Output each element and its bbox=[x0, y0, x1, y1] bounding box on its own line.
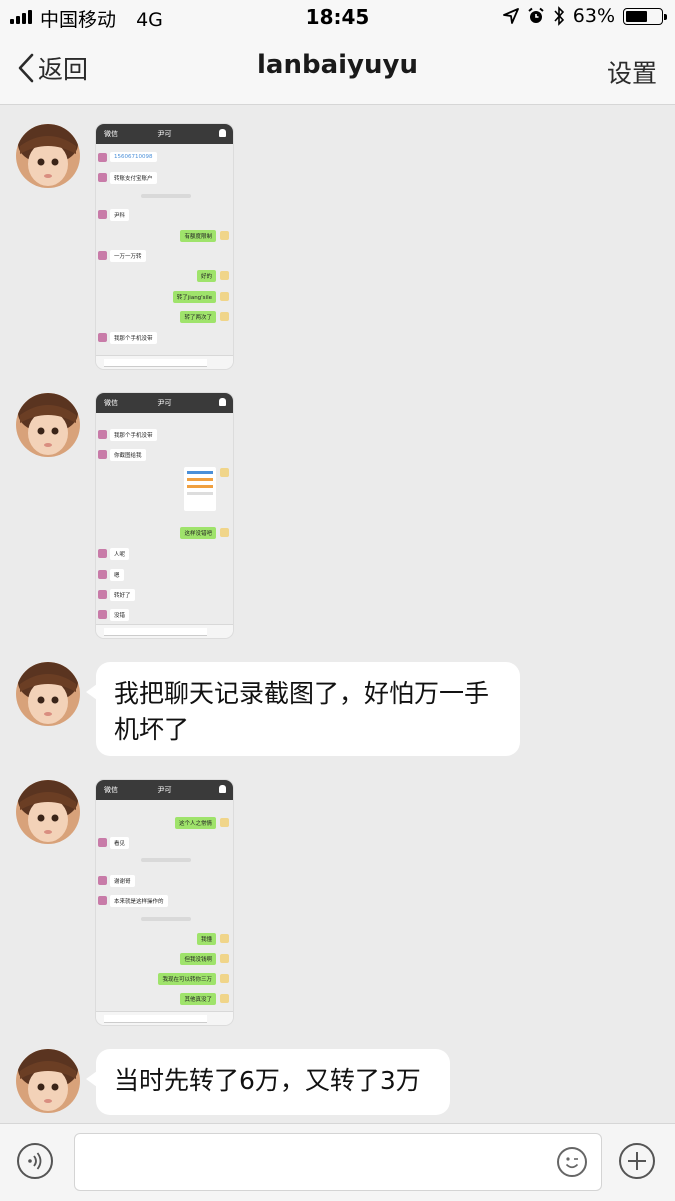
mini-avatar bbox=[220, 468, 229, 477]
screenshot-message: 但我没钱啊 bbox=[180, 953, 216, 965]
screenshot-title: 尹可 bbox=[157, 399, 172, 407]
chat-screenshot-image[interactable]: 微信 尹可 15606710098 转账支付宝账户 尹科 有额度限制 一万一万转… bbox=[96, 124, 233, 369]
mini-avatar bbox=[220, 312, 229, 321]
screenshot-timestamp bbox=[141, 858, 191, 862]
screenshot-message: 这样没错吧 bbox=[180, 527, 216, 539]
avatar[interactable] bbox=[16, 124, 80, 188]
settings-button[interactable]: 设置 bbox=[607, 54, 657, 90]
avatar[interactable] bbox=[16, 393, 80, 457]
screenshot-message: 转好了 bbox=[110, 589, 135, 601]
chat-screenshot-image[interactable]: 微信 尹可 我那个手机没带 你截图给我 这样没错吧 人呢 嗯 转好了 没错 bbox=[96, 393, 233, 638]
screenshot-message: 看见 bbox=[110, 837, 130, 849]
screenshot-message: 我现在可以转你三万 bbox=[158, 973, 216, 985]
emoji-icon[interactable] bbox=[557, 1147, 587, 1177]
mini-avatar bbox=[98, 838, 107, 847]
mini-avatar bbox=[220, 974, 229, 983]
mini-avatar bbox=[98, 876, 107, 885]
screenshot-header: 微信 尹可 bbox=[96, 780, 233, 800]
battery-percent: 63% bbox=[572, 5, 615, 27]
screenshot-input-bar bbox=[96, 1011, 233, 1025]
chat-screenshot-image[interactable]: 微信 尹可 这个人之常情 看见 谢谢哥 本来就是这样操作的 我懂 但我没钱啊 我… bbox=[96, 780, 233, 1025]
screenshot-message: 尹科 bbox=[110, 209, 130, 221]
avatar[interactable] bbox=[16, 662, 80, 726]
screenshot-message: 一万一万转 bbox=[110, 250, 146, 262]
voice-icon[interactable] bbox=[17, 1143, 53, 1179]
screenshot-message: 转了两次了 bbox=[180, 311, 216, 323]
battery-icon bbox=[623, 7, 667, 25]
screenshot-header: 微信 尹可 bbox=[96, 393, 233, 413]
screenshot-timestamp bbox=[141, 194, 191, 198]
screenshot-input-bar bbox=[96, 624, 233, 638]
mini-avatar bbox=[220, 994, 229, 1003]
person-icon bbox=[219, 785, 226, 793]
person-icon bbox=[219, 129, 226, 137]
screenshot-message: 转账支付宝账户 bbox=[110, 172, 157, 184]
battery-level bbox=[626, 10, 648, 22]
screenshot-message: 其他真没了 bbox=[180, 993, 216, 1005]
chat-title: lanbaiyuyu bbox=[257, 50, 418, 80]
mini-avatar bbox=[98, 333, 107, 342]
screenshot-message: 人呢 bbox=[110, 548, 130, 560]
screenshot-message: 嗯 bbox=[110, 569, 124, 581]
screenshot-message: 本来就是这样操作的 bbox=[110, 895, 168, 907]
location-arrow-icon bbox=[502, 8, 519, 24]
screenshot-title: 尹可 bbox=[157, 786, 172, 794]
mini-avatar bbox=[98, 570, 107, 579]
screenshot-message: 15606710098 bbox=[110, 152, 157, 162]
mini-avatar bbox=[98, 153, 107, 162]
screenshot-header: 微信 尹可 bbox=[96, 124, 233, 144]
text-message-bubble[interactable]: 我把聊天记录截图了，好怕万一手机坏了 bbox=[86, 662, 520, 756]
screenshot-timestamp bbox=[141, 917, 191, 921]
mini-avatar bbox=[98, 173, 107, 182]
mini-avatar bbox=[98, 450, 107, 459]
mini-avatar bbox=[220, 934, 229, 943]
text-message-bubble[interactable]: 当时先转了6万，又转了3万 bbox=[86, 1049, 450, 1115]
mini-avatar bbox=[220, 292, 229, 301]
avatar[interactable] bbox=[16, 1049, 80, 1113]
screenshot-message: 好的 bbox=[196, 270, 216, 282]
mini-avatar bbox=[220, 528, 229, 537]
mini-avatar bbox=[98, 210, 107, 219]
screenshot-title: 尹可 bbox=[157, 130, 172, 138]
person-icon bbox=[219, 398, 226, 406]
input-bar bbox=[0, 1123, 675, 1201]
mini-avatar bbox=[98, 549, 107, 558]
screenshot-message: 有额度限制 bbox=[180, 230, 216, 242]
mini-avatar bbox=[98, 896, 107, 905]
screenshot-message: 谢谢哥 bbox=[110, 875, 135, 887]
plus-icon[interactable] bbox=[619, 1143, 655, 1179]
screenshot-message: 转了jiang'sile bbox=[172, 291, 216, 303]
screenshot-message: 没错 bbox=[110, 609, 130, 621]
screenshot-message: 你截图给我 bbox=[110, 449, 146, 461]
status-bar: 中国移动 4G 18:45 63% bbox=[0, 0, 675, 34]
screenshot-input-bar bbox=[96, 355, 233, 369]
mini-avatar bbox=[220, 954, 229, 963]
mini-avatar bbox=[98, 590, 107, 599]
mini-avatar bbox=[98, 430, 107, 439]
screenshot-message: 我那个手机没带 bbox=[110, 332, 157, 344]
mini-avatar bbox=[98, 251, 107, 260]
mini-avatar bbox=[220, 818, 229, 827]
avatar[interactable] bbox=[16, 780, 80, 844]
mini-avatar bbox=[98, 610, 107, 619]
screenshot-message: 这个人之常情 bbox=[174, 817, 216, 829]
screenshot-message: 我那个手机没带 bbox=[110, 429, 157, 441]
alarm-clock-icon bbox=[528, 7, 544, 23]
navigation-bar: 返回 lanbaiyuyu 设置 bbox=[0, 34, 675, 105]
bluetooth-icon bbox=[554, 6, 564, 26]
mini-avatar bbox=[220, 231, 229, 240]
message-input[interactable] bbox=[74, 1133, 602, 1191]
mini-avatar bbox=[220, 271, 229, 280]
screenshot-message: 我懂 bbox=[196, 933, 216, 945]
screenshot-thumbnail bbox=[184, 467, 216, 511]
status-icons: 63% bbox=[502, 5, 667, 27]
